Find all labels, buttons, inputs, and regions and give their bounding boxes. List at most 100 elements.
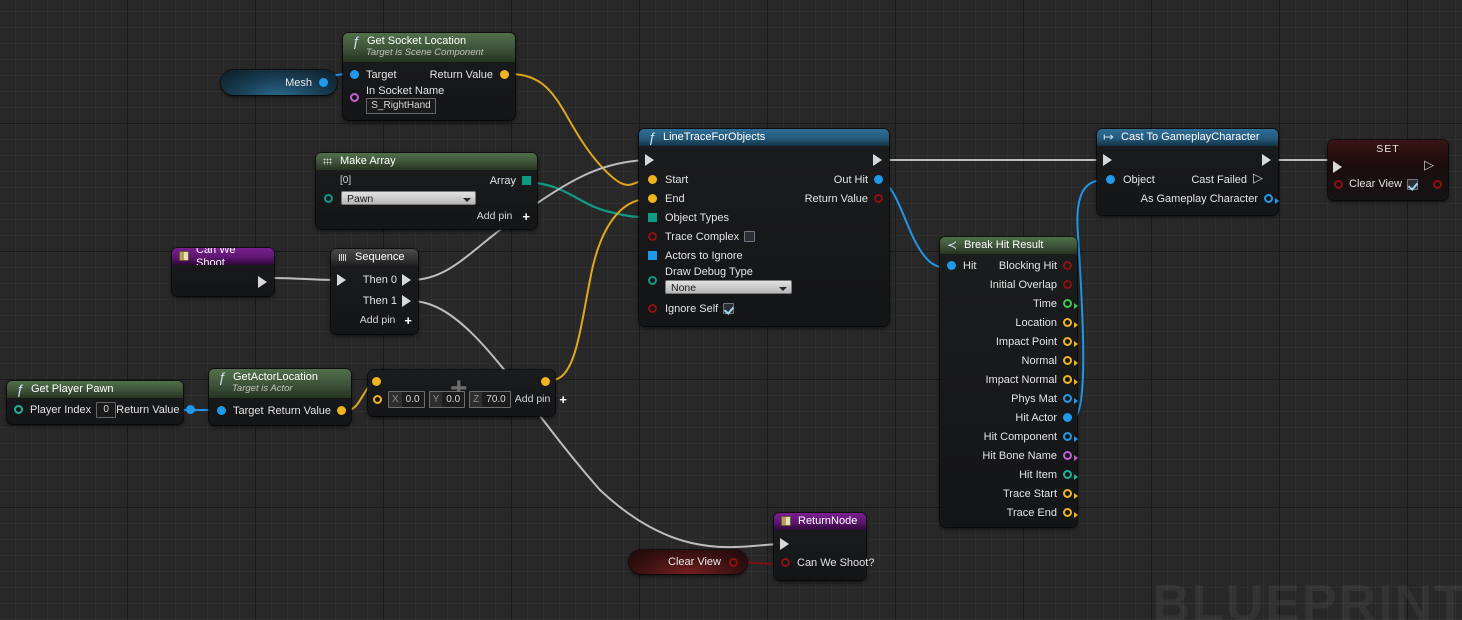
- exec-input-pin[interactable]: [645, 154, 656, 166]
- exec-input-pin[interactable]: [1103, 154, 1114, 166]
- function-icon: [215, 369, 228, 385]
- add-pin-label[interactable]: Add pin: [515, 393, 551, 405]
- draw-debug-type-select[interactable]: None: [665, 280, 792, 294]
- target-input-pin[interactable]: [217, 406, 226, 415]
- exec-input-pin[interactable]: [1333, 160, 1344, 173]
- array-type-select[interactable]: Pawn: [341, 191, 476, 205]
- ignore-self-checkbox[interactable]: [723, 303, 735, 314]
- clear-view-input-pin[interactable]: [1334, 179, 1343, 189]
- row-in-socket-name: In Socket Name S_RightHand: [343, 84, 515, 114]
- in-socket-name-value[interactable]: S_RightHand: [366, 98, 436, 114]
- node-can-we-shoot-event[interactable]: Can We Shoot: [172, 248, 274, 296]
- player-index-input-pin[interactable]: [14, 405, 23, 414]
- blocking-hit-output-pin[interactable]: [1063, 261, 1072, 270]
- node-get-actor-location[interactable]: GetActorLocation Target is Actor Target …: [209, 369, 351, 425]
- vector-x-field[interactable]: X 0.0: [388, 390, 425, 408]
- mesh-output-pin[interactable]: [319, 78, 328, 87]
- node-get-player-pawn[interactable]: Get Player Pawn Player Index 0 Return Va…: [7, 381, 195, 424]
- actors-to-ignore-input-pin[interactable]: [648, 251, 657, 260]
- vector-a-input-pin[interactable]: [372, 376, 381, 386]
- out-hit-output-pin[interactable]: [874, 175, 883, 184]
- clear-view-output-pin[interactable]: [1433, 179, 1442, 189]
- node-break-hit-result[interactable]: Break Hit Result Hit Blocking Hit Initia…: [940, 237, 1078, 527]
- time-output-pin[interactable]: [1063, 299, 1078, 309]
- vector-b-input-pin[interactable]: [373, 394, 382, 404]
- exec-output-pin[interactable]: [258, 275, 269, 288]
- return-value-output-pin[interactable]: [500, 70, 509, 79]
- node-cast-to-gameplay-character[interactable]: Cast To GameplayCharacter Object Cast Fa…: [1097, 129, 1279, 215]
- return-value-label: Return Value: [116, 403, 180, 416]
- initial-overlap-output-pin[interactable]: [1063, 280, 1072, 289]
- cast-failed-output-pin[interactable]: [1253, 171, 1273, 186]
- ignore-self-input-pin[interactable]: [648, 304, 657, 313]
- node-get-socket-location[interactable]: Get Socket Location Target is Scene Comp…: [343, 33, 515, 120]
- node-vector-add[interactable]: + X 0.0 Y 0.0 Z 70.0 Add pin +: [368, 370, 567, 416]
- node-mesh-variable[interactable]: Mesh: [221, 70, 337, 95]
- normal-output-pin[interactable]: [1063, 356, 1078, 366]
- hit-component-output-pin[interactable]: [1063, 432, 1078, 442]
- then-0-output-pin[interactable]: [402, 273, 413, 286]
- add-pin-icon[interactable]: +: [559, 392, 567, 407]
- location-output-pin[interactable]: [1063, 318, 1078, 328]
- clear-view-get-output-pin[interactable]: [729, 557, 738, 567]
- add-pin-icon[interactable]: +: [404, 313, 412, 328]
- return-value-output-pin[interactable]: [185, 405, 195, 414]
- normal-label: Normal: [1021, 354, 1057, 367]
- object-input-pin[interactable]: [1106, 175, 1115, 184]
- draw-debug-type-input-pin[interactable]: [648, 276, 657, 285]
- player-index-value[interactable]: 0: [96, 401, 117, 418]
- node-line-trace-for-objects[interactable]: LineTraceForObjects Start Out Hit End Re…: [639, 129, 889, 326]
- trace-complex-input-pin[interactable]: [648, 232, 657, 241]
- in-socket-name-input-pin[interactable]: [350, 93, 359, 102]
- as-gameplay-character-output-pin[interactable]: [1264, 194, 1279, 204]
- add-pin-label[interactable]: Add pin: [477, 210, 513, 222]
- node-header: Break Hit Result: [940, 237, 1077, 254]
- impact-point-output-pin[interactable]: [1063, 337, 1078, 347]
- node-clear-view-variable[interactable]: Clear View: [629, 550, 747, 574]
- vector-y-field[interactable]: Y 0.0: [428, 390, 466, 408]
- return-value-output-pin[interactable]: [337, 406, 346, 415]
- hit-actor-output-pin[interactable]: [1063, 413, 1072, 422]
- trace-complex-checkbox[interactable]: [744, 231, 756, 242]
- add-pin-label[interactable]: Add pin: [360, 314, 396, 326]
- object-types-input-pin[interactable]: [648, 213, 657, 222]
- as-gameplay-character-label: As Gameplay Character: [1140, 192, 1258, 205]
- impact-normal-output-pin[interactable]: [1063, 375, 1078, 385]
- array-output-pin[interactable]: [522, 176, 531, 185]
- array-index-label: [0]: [340, 175, 352, 186]
- hit-item-output-pin[interactable]: [1063, 470, 1078, 480]
- hit-item-label: Hit Item: [1019, 468, 1057, 481]
- object-types-label: Object Types: [665, 211, 729, 224]
- vector-result-output-pin[interactable]: [541, 376, 550, 386]
- hit-bone-name-output-pin[interactable]: [1063, 451, 1078, 461]
- hit-component-label: Hit Component: [983, 430, 1057, 443]
- start-input-pin[interactable]: [648, 175, 657, 184]
- array-item-input-pin[interactable]: [324, 193, 333, 203]
- node-header: Cast To GameplayCharacter: [1097, 129, 1278, 146]
- exec-input-pin[interactable]: [780, 537, 791, 550]
- hit-input-pin[interactable]: [947, 261, 956, 270]
- node-return[interactable]: ReturnNode Can We Shoot?: [774, 513, 874, 580]
- vector-z-field[interactable]: Z 70.0: [469, 390, 511, 408]
- row-actors-to-ignore: Actors to Ignore: [639, 246, 889, 265]
- clear-view-checkbox[interactable]: [1407, 178, 1418, 190]
- node-make-array[interactable]: Make Array [0] Array Pawn Add pin +: [316, 153, 537, 229]
- trace-start-output-pin[interactable]: [1063, 489, 1078, 499]
- phys-mat-output-pin[interactable]: [1063, 394, 1078, 404]
- exec-output-pin[interactable]: [1424, 158, 1444, 173]
- return-value-output-pin[interactable]: [874, 194, 883, 203]
- target-input-pin[interactable]: [350, 70, 359, 79]
- then-1-output-pin[interactable]: [402, 294, 413, 307]
- exec-output-pin[interactable]: [1262, 154, 1273, 166]
- node-set-clear-view[interactable]: SET Clear View: [1328, 140, 1448, 200]
- end-input-pin[interactable]: [648, 194, 657, 203]
- node-sequence[interactable]: Sequence Then 0 Then 1 Add pin +: [331, 249, 418, 334]
- trace-end-output-pin[interactable]: [1063, 508, 1078, 518]
- can-we-shoot-input-pin[interactable]: [781, 558, 790, 567]
- blueprint-graph-canvas[interactable]: BLUEPRINT Mesh ƒ Get Socket Location Tar…: [0, 0, 1462, 620]
- add-pin-icon[interactable]: +: [522, 209, 530, 224]
- row-trace-complex: Trace Complex: [639, 227, 889, 246]
- exec-input-pin[interactable]: [337, 273, 348, 286]
- exec-output-pin[interactable]: [873, 154, 884, 166]
- set-node-title: SET: [1376, 143, 1400, 155]
